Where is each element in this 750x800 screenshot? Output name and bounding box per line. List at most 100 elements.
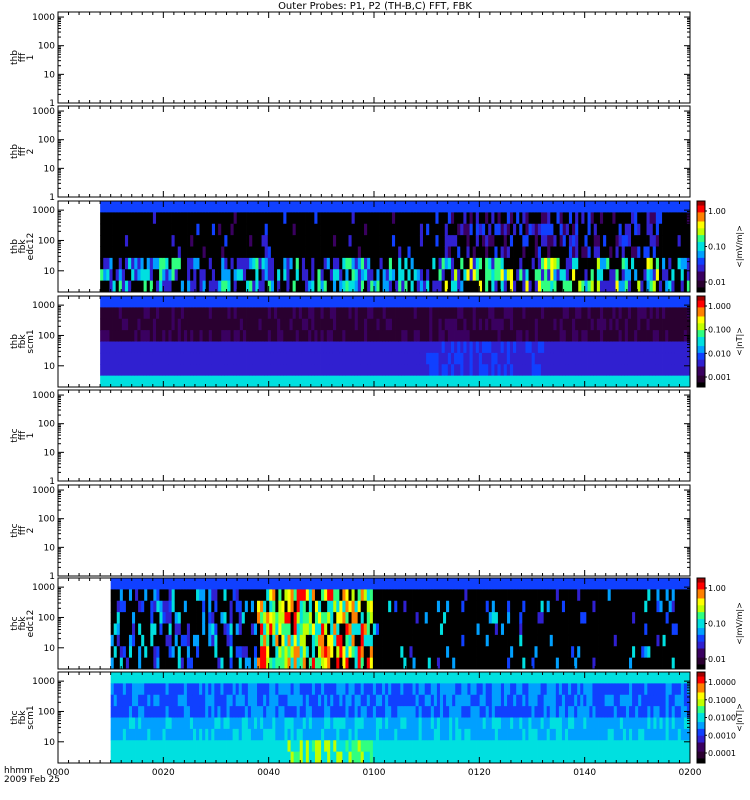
spectrogram-cell [238,657,243,670]
spectrogram-cell [199,657,203,670]
spectrogram-cell [348,589,352,602]
spectrogram-cell [208,646,212,659]
spectrogram-cell [506,269,511,282]
spectrogram-cell [137,375,141,388]
spectrogram-cell [432,257,436,270]
spectrogram-cell [229,634,234,647]
spectrogram-cell [485,375,489,388]
spectrogram-cell [199,600,203,613]
spectrogram-cell [224,364,228,377]
spectrogram-cell [683,375,688,388]
spectrogram-cell [444,364,449,377]
spectrogram-cell [634,223,638,236]
spectrogram-cell [388,212,393,225]
spectrogram-cell [413,257,418,270]
spectrogram-cell [131,246,135,259]
spectrogram-cell [488,341,492,354]
spectrogram-cell [590,212,595,225]
spectrogram-cell [112,235,117,247]
spectrogram-cell [278,600,282,613]
spectrogram-cell [450,307,455,320]
spectrogram-cell [253,589,258,602]
spectrogram-cell [147,600,151,613]
spectrogram-cell [627,307,632,320]
spectrogram-cell [494,212,498,225]
spectrogram-cell [500,375,505,388]
spectrogram-cell [615,307,619,320]
spectrogram-cell [156,589,160,602]
spectrogram-cell [584,269,588,282]
spectrogram-cell [226,646,230,659]
spectrogram-cell [637,257,641,270]
spectrogram-cell [662,201,666,213]
spectrogram-cell [488,318,492,331]
spectrogram-cell [137,201,141,213]
spectrogram-cell [196,201,200,213]
spectrogram-cell [603,212,607,225]
spectrogram-cell [593,307,598,320]
spectrogram-cell [360,257,365,270]
spectrogram-cell [137,330,141,342]
spectrogram-cell [534,296,539,308]
spectrogram-cell [550,246,554,259]
spectrogram-cell [199,280,203,293]
spectrogram-cell [640,375,644,388]
panel-frame [57,484,691,577]
spectrogram-cell [196,235,200,247]
spectrogram-cell [472,269,477,282]
spectrogram-cell [292,223,297,236]
spectrogram-cell [263,634,267,647]
spectrogram-cell [156,212,160,225]
spectrogram-cell [137,318,141,331]
spectrogram-cell [263,657,267,670]
spectrogram-cell [506,296,511,308]
spectrogram-cell [609,364,613,377]
spectrogram-cell [413,269,418,282]
spectrogram-cell [241,657,246,670]
spectrogram-cell [339,318,343,331]
spectrogram-cell [379,352,384,365]
spectrogram-cell [308,307,312,320]
spectrogram-cell [404,246,408,259]
spectrogram-cell [547,352,551,365]
spectrogram-cell [401,269,405,282]
spectrogram-cell [537,341,542,354]
spectrogram-cell [438,269,443,282]
spectrogram-cell [351,223,356,236]
spectrogram-cell [547,375,551,388]
spectrogram-cell [680,223,685,236]
spectrogram-cell [199,235,203,247]
spectrogram-cell [481,296,486,308]
spectrogram-cell [466,318,470,331]
spectrogram-cell [544,341,548,354]
spectrogram-cell [153,657,157,670]
spectrogram-cell [603,352,607,365]
spectrogram-cell [472,364,477,377]
spectrogram-cell [429,212,433,225]
spectrogram-cell [146,269,151,282]
spectrogram-cell [149,223,154,236]
spectrogram-cell [217,589,221,602]
spectrogram-cell [506,330,511,342]
spectrogram-cell [665,257,669,270]
spectrogram-cell [578,235,582,247]
spectrogram-cell [329,341,334,354]
spectrogram-cell [236,341,241,354]
spectrogram-cell [637,212,641,225]
spectrogram-cell [289,318,294,331]
spectrogram-cell [568,223,573,236]
spectrogram-cell [301,280,306,293]
spectrogram-cell [599,307,604,320]
spectrogram-cell [398,246,402,259]
spectrogram-cell [280,223,284,236]
spectrogram-cell [174,375,179,388]
spectrogram-cell [382,341,387,354]
spectrogram-cell [550,330,554,342]
spectrogram-cell [457,280,461,293]
spectrogram-cell [131,235,135,247]
spectrogram-cell [472,375,477,388]
spectrogram-cell [124,307,129,320]
spectrogram-cell [385,657,389,670]
spectrogram-cell [295,296,300,308]
spectrogram-cell [469,375,474,388]
